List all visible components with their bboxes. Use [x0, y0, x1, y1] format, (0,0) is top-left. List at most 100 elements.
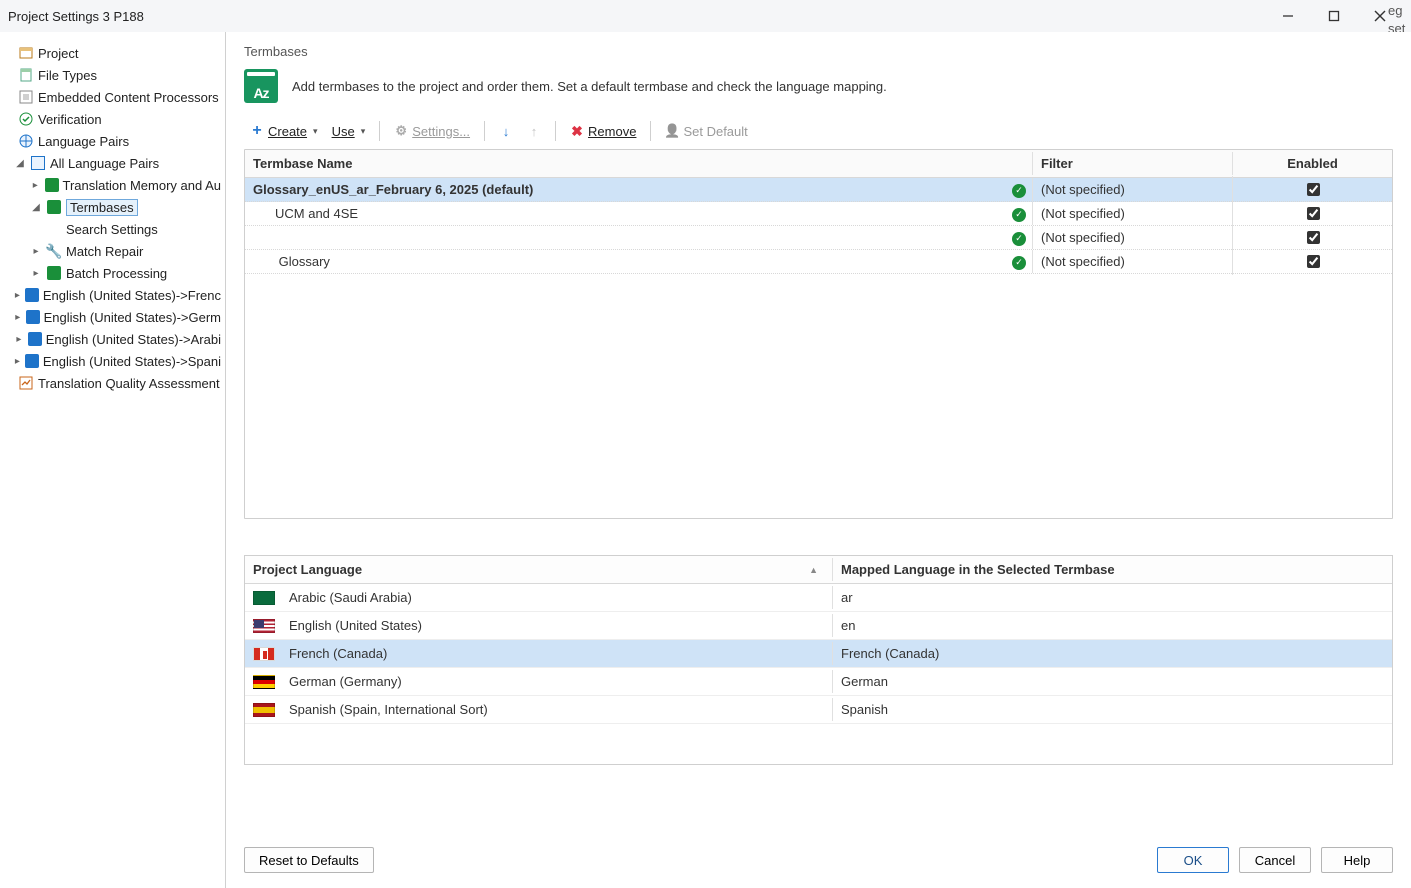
language-row[interactable]: Arabic (Saudi Arabia)ar	[245, 584, 1392, 612]
termbase-name-cell: Glossary	[245, 250, 1004, 273]
content-panel: Termbases Aᴢ Add termbases to the projec…	[226, 32, 1411, 888]
tree-node-lang-dir-0[interactable]: ▸ English (United States)->Frenc	[0, 284, 225, 306]
col-header-filter[interactable]: Filter	[1032, 152, 1232, 175]
tree-node-embedded-processors[interactable]: Embedded Content Processors	[0, 86, 225, 108]
window-minimize-button[interactable]	[1265, 0, 1311, 32]
tree-node-file-types[interactable]: File Types	[0, 64, 225, 86]
tree-node-project[interactable]: Project	[0, 42, 225, 64]
mapped-language-cell[interactable]: German	[832, 670, 1392, 693]
termbase-row[interactable]: ✓ (Not specified)	[245, 226, 1392, 250]
expand-icon[interactable]: ▸	[30, 180, 41, 191]
language-row[interactable]: French (Canada)French (Canada)	[245, 640, 1392, 668]
arrow-up-icon: ↑	[527, 124, 541, 138]
status-ok-icon: ✓	[1012, 184, 1026, 198]
tree-node-lang-dir-2[interactable]: ▸ English (United States)->Arabi	[0, 328, 225, 350]
filter-cell[interactable]: (Not specified)	[1032, 226, 1232, 249]
batch-icon	[46, 265, 62, 281]
project-language-cell: German (Germany)	[245, 670, 832, 693]
mapped-language-cell[interactable]: French (Canada)	[832, 642, 1392, 665]
expand-icon[interactable]: ▸	[14, 312, 22, 323]
language-row[interactable]: Spanish (Spain, International Sort)Spani…	[245, 696, 1392, 724]
col-header-project-language[interactable]: Project Language ▲	[245, 558, 832, 581]
tree-node-translation-memory[interactable]: ▸ Translation Memory and Au	[0, 174, 225, 196]
dropdown-caret-icon: ▾	[361, 126, 366, 137]
flag-icon	[253, 591, 275, 605]
verification-icon	[18, 111, 34, 127]
tree-node-match-repair[interactable]: ▸ 🔧 Match Repair	[0, 240, 225, 262]
termbases-az-icon: Aᴢ	[244, 69, 278, 103]
reset-defaults-button[interactable]: Reset to Defaults	[244, 847, 374, 873]
project-icon	[18, 45, 34, 61]
termbases-icon	[46, 199, 62, 215]
expand-icon[interactable]: ▸	[14, 334, 24, 345]
move-up-button[interactable]: ↑	[521, 119, 547, 143]
collapse-icon[interactable]: ◢	[30, 202, 42, 213]
panel-title: Termbases	[244, 44, 1393, 59]
expand-icon[interactable]: ▸	[30, 268, 42, 279]
tree-node-verification[interactable]: Verification	[0, 108, 225, 130]
embedded-processors-icon	[18, 89, 34, 105]
use-button[interactable]: Use ▾	[326, 119, 372, 143]
flag-icon	[253, 619, 275, 633]
panel-description: Add termbases to the project and order t…	[292, 79, 887, 94]
tree-node-all-language-pairs[interactable]: ◢ All Language Pairs	[0, 152, 225, 174]
settings-tree[interactable]: Project File Types Embedded Content Proc…	[0, 32, 226, 888]
expand-icon[interactable]: ▸	[30, 246, 42, 257]
termbase-row[interactable]: UCM and 4SE✓(Not specified)	[245, 202, 1392, 226]
lang-dir-icon	[26, 309, 40, 325]
toolbar-separator	[484, 121, 485, 141]
filter-cell[interactable]: (Not specified)	[1032, 250, 1232, 273]
enabled-cell	[1232, 176, 1392, 203]
project-language-cell: Arabic (Saudi Arabia)	[245, 586, 832, 609]
termbase-row[interactable]: Glossary✓(Not specified)	[245, 250, 1392, 274]
tree-node-batch-processing[interactable]: ▸ Batch Processing	[0, 262, 225, 284]
termbases-grid[interactable]: Termbase Name Filter Enabled Glossary_en…	[244, 149, 1393, 519]
arrow-down-icon: ↓	[499, 124, 513, 138]
project-language-cell: English (United States)	[245, 614, 832, 637]
mapped-language-cell[interactable]: ar	[832, 586, 1392, 609]
mapped-language-cell[interactable]: Spanish	[832, 698, 1392, 721]
mapped-language-cell[interactable]: en	[832, 614, 1392, 637]
person-icon: 👤	[665, 124, 679, 138]
status-cell: ✓	[1004, 201, 1032, 226]
filter-cell[interactable]: (Not specified)	[1032, 178, 1232, 201]
all-lang-pairs-icon	[30, 155, 46, 171]
move-down-button[interactable]: ↓	[493, 119, 519, 143]
help-button[interactable]: Help	[1321, 847, 1393, 873]
remove-button[interactable]: ✖ Remove	[564, 119, 642, 143]
expand-icon[interactable]: ▸	[14, 356, 21, 367]
tree-node-tqa[interactable]: Translation Quality Assessment	[0, 372, 225, 394]
ok-button[interactable]: OK	[1157, 847, 1229, 873]
window-maximize-button[interactable]	[1311, 0, 1357, 32]
flag-icon	[253, 647, 275, 661]
cancel-button[interactable]: Cancel	[1239, 847, 1311, 873]
col-header-mapped-language[interactable]: Mapped Language in the Selected Termbase	[832, 558, 1392, 581]
toolbar-separator	[650, 121, 651, 141]
wrench-icon: 🔧	[46, 243, 62, 259]
language-row[interactable]: English (United States)en	[245, 612, 1392, 640]
tree-node-termbases[interactable]: ◢ Termbases	[0, 196, 225, 218]
col-header-name[interactable]: Termbase Name	[245, 152, 1004, 175]
enabled-checkbox[interactable]	[1307, 231, 1320, 244]
enabled-checkbox[interactable]	[1307, 207, 1320, 220]
flag-icon	[253, 675, 275, 689]
enabled-checkbox[interactable]	[1307, 183, 1320, 196]
settings-button[interactable]: ⚙ Settings...	[388, 119, 476, 143]
tree-node-language-pairs[interactable]: Language Pairs	[0, 130, 225, 152]
termbase-row[interactable]: Glossary_enUS_ar_February 6, 2025 (defau…	[245, 178, 1392, 202]
expand-icon[interactable]: ▸	[14, 290, 21, 301]
expand-collapse-icon[interactable]: ◢	[14, 158, 26, 169]
language-mapping-grid[interactable]: Project Language ▲ Mapped Language in th…	[244, 555, 1393, 765]
filter-cell[interactable]: (Not specified)	[1032, 202, 1232, 225]
tree-node-lang-dir-3[interactable]: ▸ English (United States)->Spani	[0, 350, 225, 372]
status-ok-icon: ✓	[1012, 232, 1026, 246]
language-row[interactable]: German (Germany)German	[245, 668, 1392, 696]
set-default-button[interactable]: 👤 Set Default	[659, 119, 753, 143]
lang-grid-header: Project Language ▲ Mapped Language in th…	[245, 556, 1392, 584]
col-header-enabled[interactable]: Enabled	[1232, 152, 1392, 175]
enabled-checkbox[interactable]	[1307, 255, 1320, 268]
project-language-cell: Spanish (Spain, International Sort)	[245, 698, 832, 721]
tree-node-lang-dir-1[interactable]: ▸ English (United States)->Germ	[0, 306, 225, 328]
tree-node-search-settings[interactable]: Search Settings	[0, 218, 225, 240]
create-button[interactable]: + Create ▾	[244, 119, 324, 143]
